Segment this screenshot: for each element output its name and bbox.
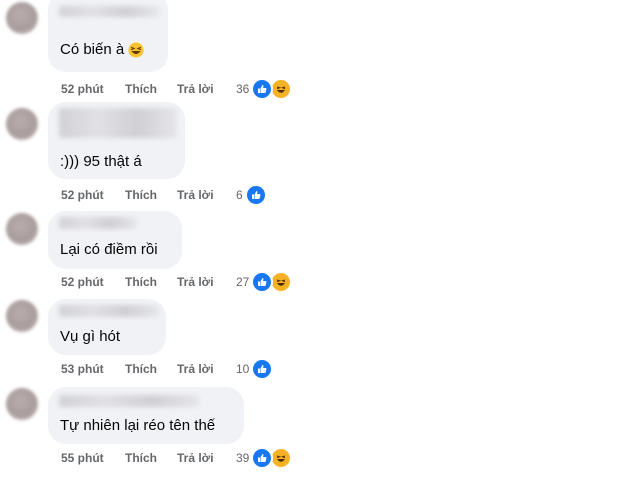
thumbs-up-icon xyxy=(251,358,274,380)
comment-text-row: Vụ gì hót xyxy=(60,327,120,347)
comment-text-row: Có biến à xyxy=(60,40,144,60)
commenter-name-blurred[interactable] xyxy=(59,305,159,317)
commenter-name-blurred[interactable] xyxy=(59,108,177,138)
avatar[interactable] xyxy=(6,300,38,332)
avatar[interactable] xyxy=(6,2,38,34)
comment-text-row: Lại có điềm rồi xyxy=(60,240,158,260)
reaction-summary[interactable]: 6 xyxy=(236,184,267,206)
commenter-name-blurred[interactable] xyxy=(59,6,159,17)
avatar[interactable] xyxy=(6,388,38,420)
comment-bubble: :))) 95 thật á xyxy=(48,102,185,179)
reaction-count: 27 xyxy=(236,275,250,289)
haha-icon xyxy=(270,78,293,100)
like-link[interactable]: Thích xyxy=(125,275,157,289)
comment-bubble: Có biến à xyxy=(48,0,168,72)
like-link[interactable]: Thích xyxy=(125,82,157,96)
comment-bubble: Tự nhiên lại réo tên thế xyxy=(48,387,244,444)
reaction-summary[interactable]: 27 xyxy=(236,271,293,293)
comment-time[interactable]: 52 phút xyxy=(61,275,104,289)
thumbs-up-icon xyxy=(244,184,267,206)
like-link[interactable]: Thích xyxy=(125,188,157,202)
commenter-name-blurred[interactable] xyxy=(59,217,137,229)
avatar[interactable] xyxy=(6,213,38,245)
comment-text: Lại có điềm rồi xyxy=(60,241,158,258)
reply-link[interactable]: Trả lời xyxy=(177,188,214,202)
reaction-count: 36 xyxy=(236,82,250,96)
comment-bubble: Lại có điềm rồi xyxy=(48,211,182,269)
reaction-summary[interactable]: 36 xyxy=(236,78,293,100)
comment-text: Có biến à xyxy=(60,41,125,58)
comment-time[interactable]: 53 phút xyxy=(61,362,104,376)
haha-icon xyxy=(270,447,293,469)
reaction-summary[interactable]: 39 xyxy=(236,447,293,469)
comment-text: Vụ gì hót xyxy=(60,328,121,345)
comment-text: Tự nhiên lại réo tên thế xyxy=(60,417,216,434)
comment-time[interactable]: 52 phút xyxy=(61,82,104,96)
reaction-count: 10 xyxy=(236,362,250,376)
avatar[interactable] xyxy=(6,108,38,140)
reaction-count: 39 xyxy=(236,451,250,465)
thumbs-up-icon xyxy=(251,271,274,293)
like-link[interactable]: Thích xyxy=(125,451,157,465)
thumbs-up-icon xyxy=(251,78,274,100)
like-link[interactable]: Thích xyxy=(125,362,157,376)
haha-icon xyxy=(270,271,293,293)
commenter-name-blurred[interactable] xyxy=(59,395,199,407)
comment-text: :))) 95 thật á xyxy=(60,153,142,170)
reaction-count: 6 xyxy=(236,188,243,202)
comment-bubble: Vụ gì hót xyxy=(48,299,166,355)
reply-link[interactable]: Trả lời xyxy=(177,451,214,465)
reply-link[interactable]: Trả lời xyxy=(177,82,214,96)
comment-time[interactable]: 55 phút xyxy=(61,451,104,465)
comment-text-row: :))) 95 thật á xyxy=(60,152,142,172)
reply-link[interactable]: Trả lời xyxy=(177,362,214,376)
laughing-emoji-icon xyxy=(128,42,144,58)
reply-link[interactable]: Trả lời xyxy=(177,275,214,289)
comment-text-row: Tự nhiên lại réo tên thế xyxy=(60,416,215,436)
thumbs-up-icon xyxy=(251,447,274,469)
reaction-summary[interactable]: 10 xyxy=(236,358,274,380)
comment-time[interactable]: 52 phút xyxy=(61,188,104,202)
